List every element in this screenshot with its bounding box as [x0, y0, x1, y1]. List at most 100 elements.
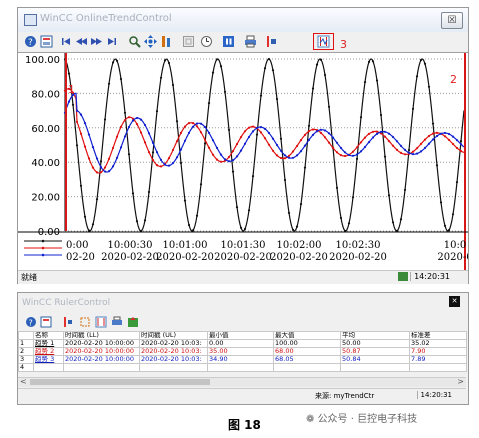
stop-icon[interactable]	[222, 35, 235, 48]
data-point	[199, 122, 203, 125]
data-point	[195, 122, 199, 125]
column-header[interactable]: 名称	[33, 331, 64, 340]
statistics-range-icon[interactable]	[317, 35, 330, 48]
data-point	[419, 142, 423, 145]
data-point	[431, 138, 435, 141]
data-point	[215, 158, 219, 161]
column-header[interactable]: 平均	[340, 331, 410, 340]
data-point	[155, 151, 159, 154]
last-icon[interactable]	[105, 35, 118, 48]
next-icon[interactable]	[90, 35, 103, 48]
table-row[interactable]: 3 趋势 3 2020-02-20 10:00:00 2020-02-20 10:03…	[18, 355, 467, 364]
scroll-left-icon[interactable]: <	[20, 377, 27, 386]
ruler-close-button[interactable]: ✕	[449, 296, 460, 307]
column-header[interactable]: 标准差	[409, 331, 467, 340]
column-header[interactable]: 最小值	[207, 331, 274, 340]
data-point	[91, 166, 95, 169]
data-point	[363, 81, 367, 84]
scroll-thumb[interactable]	[30, 379, 210, 385]
column-header[interactable]: 时间戳 (LL)	[63, 331, 140, 340]
config-icon[interactable]	[40, 35, 53, 48]
annotation-1: 1	[68, 83, 75, 96]
ruler-icon[interactable]	[62, 316, 74, 328]
trend-chart[interactable]: 100.00 80.00 60.00 40.00 20.00 0.00 0:00 02-20…	[18, 52, 468, 273]
move-icon[interactable]	[144, 35, 157, 48]
x-tick-date: 2020-02-20	[329, 252, 387, 263]
x-tick-date: 2020-02-20	[214, 252, 272, 263]
data-point	[167, 164, 171, 167]
data-point	[215, 146, 219, 149]
data-point	[203, 138, 207, 141]
export-icon[interactable]	[127, 316, 139, 328]
prev-icon[interactable]	[75, 35, 88, 48]
data-point	[91, 146, 95, 149]
config-icon[interactable]	[40, 316, 52, 328]
wechat-icon: ❁	[306, 414, 318, 425]
data-point	[219, 65, 223, 68]
table-cell-min: 0.00	[207, 339, 274, 348]
timeframe-icon[interactable]	[200, 35, 213, 48]
table-row[interactable]: 4	[18, 363, 467, 372]
data-point	[107, 157, 111, 160]
column-header[interactable]: 最大值	[273, 331, 341, 340]
help-icon[interactable]: ?	[24, 35, 37, 48]
zoom-axis-icon[interactable]	[160, 35, 173, 48]
window-title: WinCC OnlineTrendControl	[40, 13, 172, 24]
data-point	[167, 157, 171, 160]
data-point	[203, 142, 207, 145]
data-point	[135, 123, 139, 126]
data-point	[375, 130, 379, 133]
data-point	[67, 72, 71, 75]
column-header	[18, 331, 34, 340]
ruler-window-title: WinCC RulerControl	[22, 298, 111, 308]
horizontal-scrollbar[interactable]: < >	[18, 377, 466, 387]
column-header[interactable]: 时间戳 (UL)	[139, 331, 208, 340]
data-point	[387, 132, 391, 135]
statistics-icon[interactable]	[95, 316, 107, 328]
data-point	[127, 116, 131, 119]
data-point	[235, 155, 239, 158]
table-row[interactable]: 1 趋势 1 2020-02-20 10:00:00 2020-02-20 10:03…	[18, 339, 467, 348]
ruler-status-time: 14:20:31	[416, 391, 452, 399]
data-point	[95, 198, 99, 201]
x-tick-date: 2020-0	[437, 252, 468, 263]
data-point	[79, 132, 83, 135]
select-icon[interactable]	[79, 316, 91, 328]
data-point	[443, 131, 447, 135]
first-icon[interactable]	[60, 35, 73, 48]
data-point	[195, 214, 199, 217]
data-point	[267, 143, 271, 146]
data-point	[287, 154, 291, 157]
print-icon[interactable]	[244, 35, 257, 48]
data-point	[183, 125, 187, 128]
data-point	[295, 154, 299, 157]
data-point	[143, 219, 147, 222]
original-view-icon[interactable]	[182, 35, 195, 48]
table-row[interactable]: 2 趋势 2 2020-02-20 10:00:00 2020-02-20 10:03…	[18, 347, 467, 356]
zoom-icon[interactable]	[128, 35, 141, 48]
help-icon[interactable]: ?	[25, 316, 37, 328]
data-point	[459, 140, 463, 143]
table-cell-std: 7.90	[409, 347, 467, 356]
trend-control-window: WinCC OnlineTrendControl ☒ ? 3 100.00 80.…	[17, 7, 469, 284]
data-point	[423, 62, 427, 65]
data-point	[419, 58, 423, 62]
print-icon[interactable]	[111, 316, 123, 328]
data-point	[199, 131, 203, 134]
scroll-right-icon[interactable]: >	[457, 377, 464, 386]
data-point	[339, 154, 343, 157]
data-point	[275, 97, 279, 101]
close-button[interactable]: ☒	[441, 12, 463, 29]
data-point	[127, 125, 131, 129]
data-point	[187, 223, 191, 227]
data-point	[219, 153, 223, 156]
data-point	[379, 113, 383, 117]
data-point	[299, 203, 303, 206]
legend-marker	[41, 246, 45, 250]
table-cell-name	[33, 363, 64, 372]
data-point	[163, 59, 167, 62]
table-cell-max	[273, 363, 341, 372]
ruler-icon[interactable]	[265, 35, 278, 48]
data-point	[335, 141, 339, 144]
data-point	[207, 102, 211, 105]
